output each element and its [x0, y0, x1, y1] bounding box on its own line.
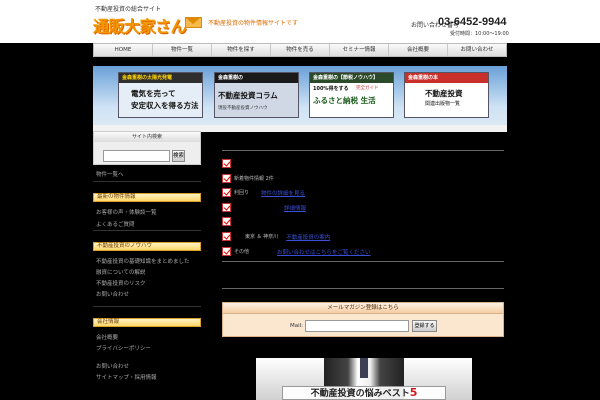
main-divider	[222, 261, 504, 262]
nav-item-2[interactable]: 物件一覧	[153, 44, 212, 56]
newsletter-box: メールマガジン登録はこちら Mail: 登録する	[222, 302, 504, 337]
mail-icon	[185, 17, 202, 28]
main-nav: HOME 物件一覧 物件を探す 物件を売る セミナー情報 会社概要 お問い合わせ	[93, 43, 507, 57]
banner-line1: 100%得をする	[313, 86, 349, 92]
subscribe-button[interactable]: 登録する	[412, 320, 437, 332]
site-tagline: 不動産投資の総合サイト	[95, 6, 162, 13]
check-icon	[222, 174, 231, 183]
check-icon	[222, 159, 231, 168]
email-field[interactable]	[305, 320, 409, 332]
nav-home[interactable]: HOME	[94, 44, 153, 56]
nav-item-5[interactable]: セミナー情報	[330, 44, 389, 56]
banner-line2: 関連出版物一覧	[425, 101, 461, 107]
list-item: その他 お問い合わせはこちらをご覧ください	[222, 247, 371, 256]
sidebar-item[interactable]: お問い合わせ	[96, 362, 129, 370]
search-input[interactable]	[103, 150, 170, 162]
nav-item-7[interactable]: お問い合わせ	[448, 44, 506, 56]
sidebar-item[interactable]: 不動産投資の基礎知識をまとめました	[96, 257, 190, 265]
divider	[93, 181, 201, 182]
nav-item-3[interactable]: 物件を探す	[212, 44, 271, 56]
nav-item-4[interactable]: 物件を売る	[271, 44, 330, 56]
book-title: 不動産投資の悩みベスト5	[282, 386, 446, 400]
check-icon	[222, 203, 231, 212]
divider	[93, 230, 201, 231]
sidebar-head-3: 会社情報	[93, 318, 201, 327]
banner-books[interactable]: 金森重樹の本 不動産投資 関連出版物一覧	[404, 72, 489, 118]
list-item: 利回り 物件の詳細を見る	[222, 188, 305, 197]
sidebar-head-1: 最新の物件情報	[93, 193, 201, 202]
list-item	[222, 217, 234, 226]
banner-line1: 不動産投資コラム	[218, 91, 278, 100]
main-divider	[222, 150, 504, 151]
divider	[93, 306, 201, 307]
business-hours: 受付時間：10:00～19:00	[450, 31, 509, 37]
banner-line2: ふるさと納税 生活	[313, 96, 376, 105]
banner-tax[interactable]: 金森重樹の【節税ノウハウ】 100%得をする 完全ガイド ふるさと納税 生活	[309, 72, 394, 118]
check-icon	[222, 232, 231, 241]
banner-head: 金森重樹の本	[405, 73, 488, 83]
list-item	[222, 159, 234, 168]
banner-line1: 不動産投資	[425, 89, 463, 98]
banner-line1: 電気を売って	[131, 89, 176, 98]
sidebar-item[interactable]: 不動産投資のリスク	[96, 279, 146, 287]
banner-head: 金森重樹の【節税ノウハウ】	[310, 73, 393, 83]
mail-label: Mail:	[290, 323, 304, 329]
banner-head: 金森重樹の太陽光発電	[119, 73, 202, 83]
sidebar-search-title: サイト内検索	[94, 132, 200, 142]
list-item: 詳細情報	[222, 203, 306, 212]
list-item: 新着物件情報 2件	[222, 174, 274, 183]
site-subtitle: 不動産投資の物件情報サイトです	[208, 20, 299, 27]
sidebar-item[interactable]: 会社概要	[96, 333, 118, 341]
check-icon	[222, 188, 231, 197]
sidebar-item[interactable]: よくあるご質問	[96, 220, 135, 228]
check-icon	[222, 217, 231, 226]
sidebar-item[interactable]: プライバシーポリシー	[96, 344, 151, 352]
main-divider	[222, 288, 504, 289]
banner-tag: 完全ガイド	[356, 86, 379, 91]
check-icon	[222, 247, 231, 256]
search-button[interactable]: 検索	[172, 150, 185, 162]
list-item: 東京 ＆ 神奈川 不動産投資の案内	[222, 232, 330, 241]
banner-column[interactable]: 金森重樹の 不動産投資コラム 現役不動産投資ノウハウ	[214, 72, 299, 118]
sidebar-item[interactable]: 融資についての解説	[96, 268, 145, 276]
banner-solar[interactable]: 金森重樹の太陽光発電 電気を売って 安定収入を得る方法	[118, 72, 203, 118]
site-logo[interactable]: 通販大家さん	[93, 13, 187, 37]
sidebar-link-top[interactable]: 物件一覧へ	[96, 170, 124, 178]
banner-head: 金森重樹の	[215, 73, 298, 83]
sidebar-head-2: 不動産投資のノウハウ	[93, 242, 201, 251]
site-header: 不動産投資の総合サイト 通販大家さん 不動産投資の物件情報サイトです お問い合わ…	[0, 0, 600, 43]
book-number: 5	[409, 386, 418, 399]
book-promo-image[interactable]: 不動産投資の悩みベスト5	[256, 358, 472, 400]
sidebar-search: サイト内検索 検索	[93, 131, 201, 165]
sidebar-item[interactable]: お問い合わせ	[96, 290, 129, 298]
banner-line2: 安定収入を得る方法	[131, 101, 199, 110]
banner-tag: 現役不動産投資ノウハウ	[218, 106, 268, 111]
sidebar-item[interactable]: サイトマップ・採用情報	[96, 373, 157, 381]
newsletter-title: メールマガジン登録はこちら	[223, 303, 503, 314]
phone-number: 03-6452-9944	[438, 16, 507, 28]
sidebar-item[interactable]: お客様の声・体験談一覧	[96, 208, 157, 216]
nav-item-6[interactable]: 会社概要	[389, 44, 448, 56]
tie-illustration	[360, 358, 368, 378]
